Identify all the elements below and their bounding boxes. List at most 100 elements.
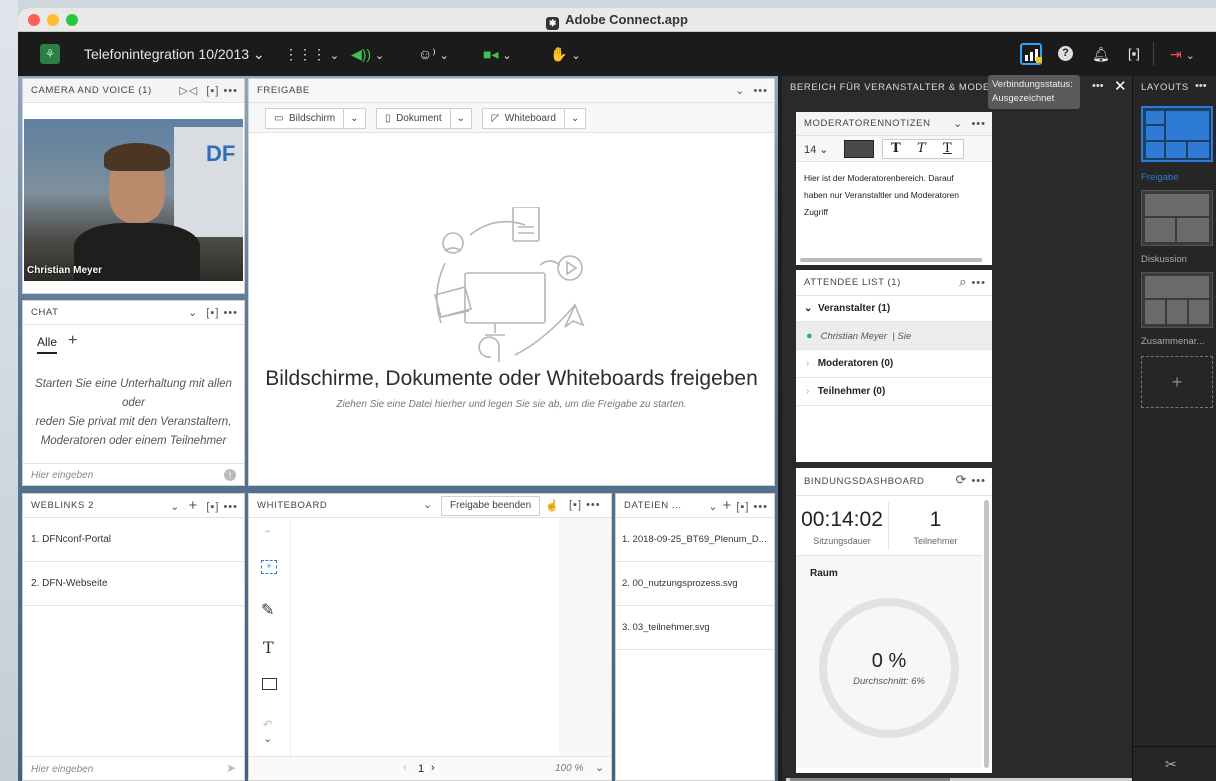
selection-tool-icon[interactable]: +	[261, 560, 277, 574]
more-icon[interactable]: •••	[586, 499, 601, 511]
speaker-icon[interactable]: ◀)) ⌄	[351, 32, 384, 76]
more-icon[interactable]: •••	[1195, 80, 1207, 92]
weblink-input[interactable]: Hier eingeben	[31, 764, 93, 775]
apps-grid-icon[interactable]: ⋮⋮⋮ ⌄	[284, 32, 339, 76]
refresh-icon[interactable]: ⟳	[955, 472, 967, 487]
tools-icon[interactable]: ✂	[1165, 756, 1177, 773]
close-icon[interactable]: ✕	[1114, 77, 1127, 95]
whiteboard-canvas[interactable]	[291, 518, 559, 756]
fullscreen-icon[interactable]: [▪]	[1128, 32, 1140, 76]
chevron-down-icon[interactable]: ⌄	[188, 307, 198, 319]
next-page-icon[interactable]: ›	[431, 762, 435, 774]
chevron-down-icon[interactable]: ⌄	[263, 732, 272, 745]
raise-hand-icon[interactable]: ✋ ⌄	[550, 32, 581, 76]
layout-thumb-zusammenarbeit[interactable]	[1141, 272, 1213, 328]
more-icon[interactable]: •••	[223, 85, 238, 97]
zoom-level[interactable]: 100 %	[555, 763, 583, 774]
attendee-group-moderators[interactable]: › Moderatoren (0)	[796, 350, 992, 378]
file-label[interactable]: 3. 03_teilnehmer.svg	[622, 622, 710, 633]
more-icon[interactable]: •••	[971, 118, 986, 130]
pointer-icon[interactable]: ☝	[545, 499, 559, 512]
more-icon[interactable]: •••	[753, 85, 768, 97]
app-menu-icon[interactable]: ⚘	[40, 44, 60, 64]
maximize-icon[interactable]: [▪]	[206, 307, 219, 319]
list-item[interactable]: 1. 2018-09-25_BT69_Plenum_D...	[616, 518, 774, 562]
list-item[interactable]: 1. DFNconf-Portal	[23, 518, 244, 562]
share-screen-button[interactable]: ▭ Bildschirm	[265, 108, 345, 129]
meeting-name-menu[interactable]: Telefonintegration 10/2013 ⌄	[84, 32, 265, 76]
help-icon[interactable]: ?	[1058, 46, 1073, 61]
tooltip: Verbindungsstatus: Ausgezeichnet	[988, 75, 1080, 109]
layout-thumb-freigabe[interactable]	[1141, 106, 1213, 162]
file-label[interactable]: 1. 2018-09-25_BT69_Plenum_D...	[622, 534, 767, 545]
exit-icon[interactable]: ⇥ ⌄	[1170, 32, 1195, 76]
share-whiteboard-dropdown[interactable]: ⌄	[564, 108, 587, 129]
list-item[interactable]: 3. 03_teilnehmer.svg	[616, 606, 774, 650]
list-item[interactable]: 2. 00_nutzungsprozess.svg	[616, 562, 774, 606]
maximize-icon[interactable]: [▪]	[736, 501, 749, 513]
more-icon[interactable]: •••	[223, 307, 238, 319]
chevron-down-icon: ⌄	[804, 303, 813, 314]
add-tab-icon[interactable]: +	[68, 332, 77, 350]
chevron-down-icon[interactable]: ⌄	[735, 85, 745, 97]
shape-tool-icon[interactable]	[262, 678, 277, 690]
font-size-select[interactable]: 14 ⌄	[804, 143, 829, 156]
layout-thumb-diskussion[interactable]	[1141, 190, 1213, 246]
add-layout-button[interactable]: +	[1141, 356, 1213, 408]
layout-label[interactable]: Zusammenar...	[1141, 336, 1204, 347]
chat-tab-all[interactable]: Alle	[37, 335, 58, 354]
share-document-dropdown[interactable]: ⌄	[450, 108, 473, 129]
attendee-group-participants[interactable]: › Teilnehmer (0)	[796, 378, 992, 406]
camera-icon[interactable]: ■◂ ⌄	[483, 32, 512, 76]
horizontal-scrollbar[interactable]	[800, 258, 982, 262]
notification-bell-icon[interactable]: 🔔︎	[1092, 32, 1110, 76]
text-tool-icon[interactable]: T	[263, 638, 274, 657]
share-whiteboard-button[interactable]: ◸ Whiteboard	[482, 108, 565, 129]
more-icon[interactable]: •••	[223, 501, 238, 513]
more-icon[interactable]: •••	[753, 501, 768, 513]
chevron-down-icon[interactable]: ⌄	[170, 501, 180, 513]
prev-page-icon[interactable]: ‹	[403, 762, 407, 774]
add-icon[interactable]: +	[723, 497, 733, 514]
weblink-label[interactable]: 2. DFN-Webseite	[31, 578, 108, 589]
chevron-down-icon[interactable]: ⌄	[423, 498, 432, 511]
file-label[interactable]: 2. 00_nutzungsprozess.svg	[622, 578, 738, 589]
underline-icon[interactable]: T	[943, 141, 952, 156]
stop-sharing-button[interactable]: Freigabe beenden	[441, 496, 541, 516]
chevron-down-icon[interactable]: ⌄	[595, 761, 604, 774]
bold-icon[interactable]: T	[891, 141, 901, 156]
add-icon[interactable]: +	[188, 497, 198, 514]
attendee-row[interactable]: ● Christian Meyer | Sie	[796, 322, 992, 350]
more-icon[interactable]: •••	[971, 475, 986, 487]
chevron-down-icon[interactable]: ⌄	[708, 501, 718, 513]
share-document-button[interactable]: ▯ Dokument	[375, 108, 451, 129]
text-color-swatch[interactable]	[844, 140, 874, 158]
send-icon[interactable]: ➤	[226, 761, 236, 775]
pencil-tool-icon[interactable]: ✎	[261, 600, 274, 620]
maximize-icon[interactable]: [▪]	[206, 85, 219, 97]
connection-status-icon[interactable]	[1020, 43, 1042, 65]
more-icon[interactable]: •••	[1092, 80, 1104, 92]
bar-2	[1030, 52, 1033, 61]
chat-options-icon[interactable]: !	[224, 469, 236, 481]
attendee-group-hosts[interactable]: ⌄ Veranstalter (1)	[796, 296, 992, 322]
maximize-icon[interactable]: [▪]	[206, 501, 219, 513]
webcam-people-icon[interactable]: ☺⁾ ⌄	[418, 32, 449, 76]
vertical-scrollbar[interactable]	[984, 500, 989, 768]
more-icon[interactable]: •••	[971, 277, 986, 289]
undo-icon[interactable]: ↶	[263, 718, 272, 731]
notes-text[interactable]: Hier ist der Moderatorenbereich. Darauf …	[804, 170, 986, 221]
layout-label[interactable]: Freigabe	[1141, 172, 1179, 183]
chevron-up-icon[interactable]: ⌃	[263, 528, 272, 541]
search-icon[interactable]: ⌕	[959, 274, 967, 289]
group-label: Veranstalter (1)	[817, 303, 891, 314]
share-screen-dropdown[interactable]: ⌄	[344, 108, 366, 129]
italic-icon[interactable]: T	[917, 141, 926, 156]
weblink-label[interactable]: 1. DFNconf-Portal	[31, 534, 111, 545]
layout-label[interactable]: Diskussion	[1141, 254, 1187, 265]
chevron-down-icon[interactable]: ⌄	[953, 118, 963, 130]
mirror-icon[interactable]: ▷◁	[179, 85, 198, 97]
chat-input[interactable]: Hier eingeben	[31, 470, 93, 481]
maximize-icon[interactable]: [▪]	[569, 499, 582, 511]
list-item[interactable]: 2. DFN-Webseite	[23, 562, 244, 606]
